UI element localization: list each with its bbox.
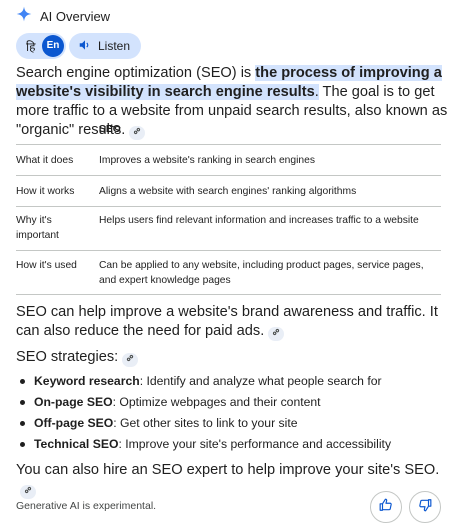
thumbs-up-button[interactable] [370,491,402,523]
table-header-cell: SEO [99,124,121,135]
link-icon[interactable] [268,327,285,341]
paragraph-text: You can also hire an SEO expert to help … [16,462,440,478]
strategies-list: Keyword research: Identify and analyze w… [16,373,446,457]
strategy-term: On-page SEO [34,395,113,409]
table-header-row: SEO [16,117,441,145]
strategy-desc: : Identify and analyze what people searc… [139,374,382,388]
thumbs-down-button[interactable] [409,491,441,523]
ai-overview-header: AI Overview [16,6,110,27]
generative-ai-note: Generative AI is experimental. [16,500,157,512]
table-row: How it's used Can be applied to any webs… [16,251,441,295]
table-cell-value: Helps users find relevant information an… [99,215,419,226]
strategy-desc: : Optimize webpages and their content [112,395,321,409]
paragraph-text: SEO can help improve a website's brand a… [16,304,438,339]
table-cell-label: How it works [16,186,75,197]
list-item: Keyword research: Identify and analyze w… [16,373,446,394]
listen-button[interactable]: Listen [69,33,142,59]
brand-awareness-paragraph: SEO can help improve a website's brand a… [16,303,448,341]
language-english-button[interactable]: En [42,35,64,57]
table-cell-label: Why it's important [16,215,59,241]
table-cell-value: Improves a website's ranking in search e… [99,155,316,166]
table-row: How it works Aligns a website with searc… [16,176,441,207]
seo-table: SEO What it does Improves a website's ra… [16,117,441,295]
table-row: Why it's important Helps users find rele… [16,207,441,251]
table-cell-value: Aligns a website with search engines' ra… [99,186,357,197]
strategy-term: Off-page SEO [34,416,114,430]
listen-label: Listen [98,39,131,53]
ai-overview-title: AI Overview [40,9,111,24]
table-cell-label: How it's used [16,260,77,271]
thumbs-down-icon [418,498,432,517]
strategies-heading: SEO strategies: [16,349,139,367]
language-toggle: हि En [16,33,66,59]
list-item: Technical SEO: Improve your site's perfo… [16,436,446,457]
strategy-term: Technical SEO [34,437,119,451]
strategy-desc: : Get other sites to link to your site [113,416,298,430]
strategy-term: Keyword research [34,374,140,388]
table-cell-label: What it does [16,155,74,166]
strategy-desc: : Improve your site's performance and ac… [118,437,392,451]
list-item: Off-page SEO: Get other sites to link to… [16,415,446,436]
list-item: On-page SEO: Optimize webpages and their… [16,394,446,415]
table-row: What it does Improves a website's rankin… [16,145,441,176]
thumbs-up-icon [379,498,393,517]
sparkle-icon [16,6,32,27]
table-cell-value: Can be applied to any website, including… [99,260,424,286]
link-icon[interactable] [20,485,36,499]
speaker-icon [78,38,92,55]
language-hindi-button[interactable]: हि [26,38,35,55]
strategies-heading-text: SEO strategies: [16,349,119,365]
link-icon[interactable] [122,353,139,367]
intro-text-start: Search engine optimization (SEO) is [16,65,256,81]
